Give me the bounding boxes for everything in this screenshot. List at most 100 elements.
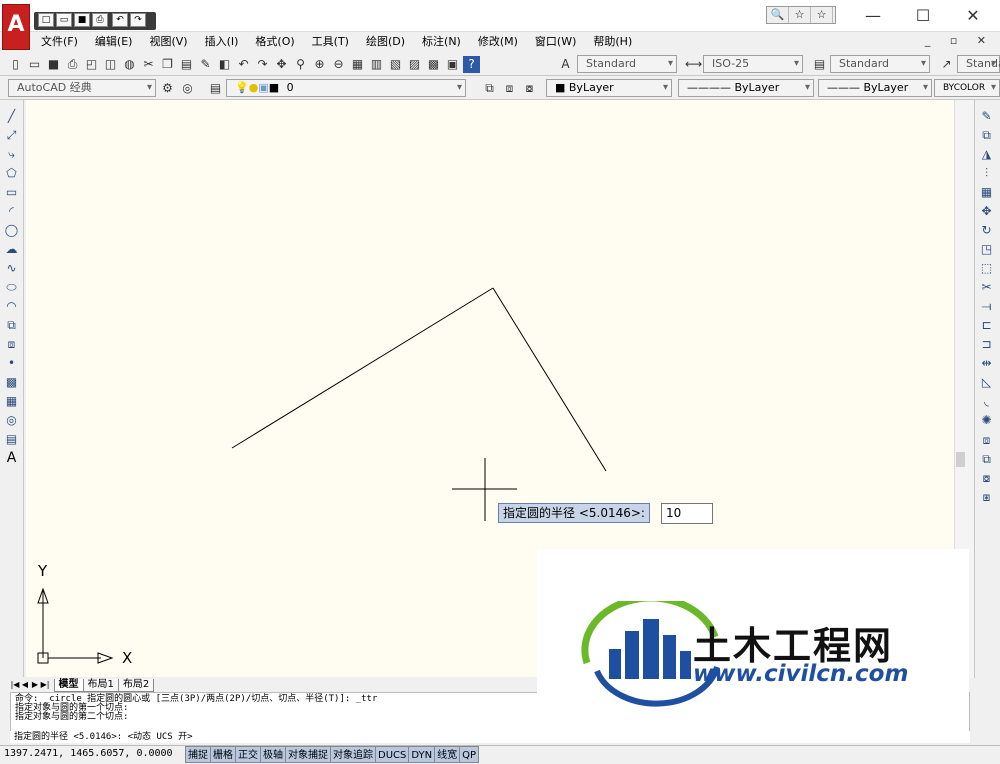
close-button[interactable]: ✕	[950, 4, 996, 28]
join-icon[interactable]: ⇹	[978, 355, 995, 372]
communication-center-icon[interactable]: ☆	[789, 7, 811, 23]
undo-icon[interactable]: ↶	[235, 56, 252, 73]
dim-style-select[interactable]: ISO-25	[703, 55, 803, 73]
vertical-scrollbar-thumb[interactable]	[956, 452, 965, 467]
mirror-icon[interactable]: ◮	[978, 146, 995, 163]
qp-toggle[interactable]: QP	[459, 746, 480, 763]
undo-icon[interactable]: ↶	[112, 13, 128, 27]
erase-icon[interactable]: ✎	[978, 108, 995, 125]
menu-file[interactable]: 文件(F)	[32, 32, 86, 52]
extend-icon[interactable]: ⟞	[978, 298, 995, 315]
layer-select[interactable]: 💡●▣■ 0	[226, 79, 466, 97]
minimize-button[interactable]: —	[850, 4, 896, 28]
menu-view[interactable]: 视图(V)	[140, 32, 195, 52]
snap-toggle[interactable]: 捕捉	[185, 746, 211, 763]
redo-icon[interactable]: ↷	[254, 56, 271, 73]
linetype-select[interactable]: ———— ByLayer	[678, 79, 814, 97]
move-icon[interactable]: ✥	[978, 203, 995, 220]
multileader-style-select[interactable]: Standa	[957, 55, 1000, 73]
tab-model[interactable]: 模型	[53, 679, 84, 692]
region-icon[interactable]: ◎	[3, 412, 20, 429]
arc-icon[interactable]: ◜	[3, 203, 20, 220]
drawn-line-left[interactable]	[231, 287, 494, 449]
line-icon[interactable]: ╱	[3, 108, 20, 125]
open-icon[interactable]: ▭	[26, 56, 43, 73]
tab-layout2[interactable]: 布局2	[117, 679, 155, 692]
menu-tools[interactable]: 工具(T)	[303, 32, 357, 52]
prev-tab-icon[interactable]: ◀	[20, 680, 30, 689]
rectangle-icon[interactable]: ▭	[3, 184, 20, 201]
ellipse-icon[interactable]: ⬭	[3, 279, 20, 296]
3d-dwf-icon[interactable]: ◍	[121, 56, 138, 73]
next-tab-icon[interactable]: ▶	[30, 680, 40, 689]
publish-icon[interactable]: ◫	[102, 56, 119, 73]
zoom-window-icon[interactable]: ⊕	[311, 56, 328, 73]
draw-order-back-icon[interactable]: ⧉	[978, 451, 995, 468]
polar-toggle[interactable]: 极轴	[260, 746, 286, 763]
make-current-layer-icon[interactable]: ⧉	[481, 80, 498, 97]
menu-dimension[interactable]: 标注(N)	[413, 32, 469, 52]
open-file-icon[interactable]: ▭	[56, 13, 72, 27]
table-style-select[interactable]: Standard	[830, 55, 930, 73]
workspace-select[interactable]: AutoCAD 经典	[8, 79, 156, 97]
table-icon[interactable]: ▤	[3, 431, 20, 448]
explode-icon[interactable]: ✺	[978, 412, 995, 429]
cut-icon[interactable]: ✂	[140, 56, 157, 73]
copy-object-icon[interactable]: ⧉	[978, 127, 995, 144]
pan-icon[interactable]: ✥	[273, 56, 290, 73]
app-menu-button[interactable]: A	[2, 4, 30, 50]
document-window-controls[interactable]: _ ▫ ✕	[925, 34, 994, 47]
stretch-icon[interactable]: ⬚	[978, 260, 995, 277]
layer-previous-icon[interactable]: ⧈	[501, 80, 518, 97]
match-properties-icon[interactable]: ✎	[197, 56, 214, 73]
offset-icon[interactable]: ⫶	[978, 165, 995, 182]
first-tab-icon[interactable]: |◀	[10, 680, 20, 689]
ducs-toggle[interactable]: DUCS	[375, 746, 410, 763]
tab-layout1[interactable]: 布局1	[82, 679, 119, 692]
dynamic-input-field[interactable]: 10	[661, 503, 713, 524]
bring-above-icon[interactable]: ⧇	[978, 470, 995, 487]
save-icon[interactable]: ■	[45, 56, 62, 73]
spline-icon[interactable]: ∿	[3, 260, 20, 277]
zoom-previous-icon[interactable]: ⊖	[330, 56, 347, 73]
drawn-line-right[interactable]	[492, 287, 607, 472]
print-icon[interactable]: ⎙	[64, 56, 81, 73]
plot-preview-icon[interactable]: ◰	[83, 56, 100, 73]
make-block-icon[interactable]: ⧈	[3, 336, 20, 353]
menu-help[interactable]: 帮助(H)	[584, 32, 640, 52]
fillet-icon[interactable]: ◟	[978, 393, 995, 410]
design-center-icon[interactable]: ▥	[368, 56, 385, 73]
paste-icon[interactable]: ▤	[178, 56, 195, 73]
lineweight-toggle[interactable]: 线宽	[434, 746, 461, 763]
new-file-icon[interactable]: □	[38, 13, 54, 27]
menu-edit[interactable]: 编辑(E)	[86, 32, 141, 52]
maximize-button[interactable]: ☐	[900, 4, 946, 28]
menu-insert[interactable]: 插入(I)	[196, 32, 247, 52]
layer-states-icon[interactable]: ⧇	[521, 80, 538, 97]
color-select[interactable]: ■ ByLayer	[546, 79, 672, 97]
last-tab-icon[interactable]: ▶|	[40, 680, 50, 689]
gradient-icon[interactable]: ▦	[3, 393, 20, 410]
array-icon[interactable]: ▦	[978, 184, 995, 201]
text-style-select[interactable]: Standard	[577, 55, 677, 73]
plotstyle-select[interactable]: BYCOLOR	[934, 79, 1000, 97]
draw-order-front-icon[interactable]: ⧈	[978, 432, 995, 449]
layer-manager-icon[interactable]: ▤	[207, 80, 224, 97]
sheet-set-icon[interactable]: ▨	[406, 56, 423, 73]
command-input[interactable]: 指定圆的半径 <5.0146>: <动态 UCS 开>	[10, 731, 970, 743]
favorites-icon[interactable]: ☆	[811, 7, 833, 23]
redo-icon[interactable]: ↷	[130, 13, 146, 27]
insert-block-icon[interactable]: ⧉	[3, 317, 20, 334]
tool-palettes-icon[interactable]: ▧	[387, 56, 404, 73]
osnap-toggle[interactable]: 对象捕捉	[285, 746, 331, 763]
help-icon[interactable]: ?	[463, 56, 480, 73]
construction-line-icon[interactable]: ⤢	[3, 127, 20, 144]
ellipse-arc-icon[interactable]: ◠	[3, 298, 20, 315]
menu-modify[interactable]: 修改(M)	[469, 32, 526, 52]
dyn-toggle[interactable]: DYN	[408, 746, 436, 763]
lineweight-select[interactable]: ——— ByLayer	[818, 79, 932, 97]
new-icon[interactable]: ▯	[7, 56, 24, 73]
scale-icon[interactable]: ◳	[978, 241, 995, 258]
hatch-icon[interactable]: ▩	[3, 374, 20, 391]
ortho-toggle[interactable]: 正交	[235, 746, 261, 763]
